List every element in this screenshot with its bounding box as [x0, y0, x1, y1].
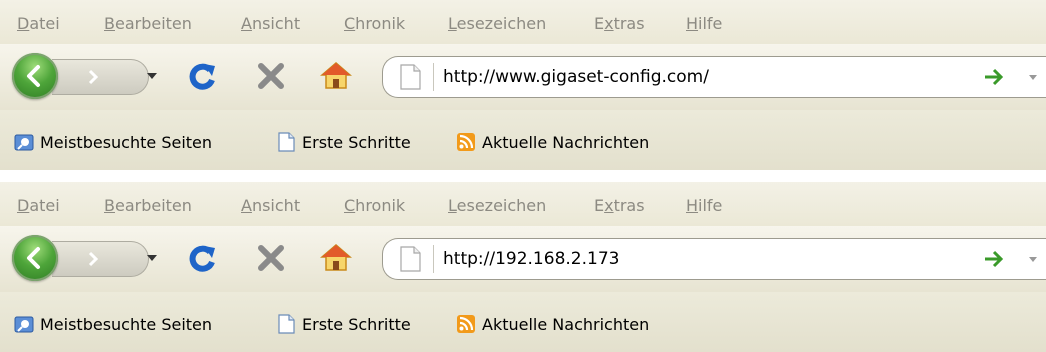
menu-hilfe[interactable]: Hilfe [686, 14, 722, 33]
menu-lesezeichen[interactable]: Lesezeichen [448, 196, 546, 215]
go-arrow-icon[interactable] [983, 68, 1005, 86]
forward-arrow-icon [88, 251, 99, 267]
forward-button[interactable] [52, 241, 149, 277]
navigation-toolbar: http://192.168.2.173 [0, 226, 1046, 292]
browser-window-1: Datei Bearbeiten Ansicht Chronik Lesezei… [0, 0, 1046, 170]
menu-hilfe[interactable]: Hilfe [686, 196, 722, 215]
bookmarks-toolbar: Meistbesuchte Seiten Erste Schritte Aktu… [0, 110, 1046, 170]
reload-icon[interactable] [186, 242, 218, 274]
smart-bookmark-icon [14, 316, 34, 333]
rss-feed-icon [457, 315, 475, 333]
url-bar[interactable]: http://www.gigaset-config.com/ [382, 56, 1046, 98]
back-button[interactable] [12, 53, 58, 99]
menu-ansicht[interactable]: Ansicht [241, 196, 300, 215]
home-icon[interactable] [320, 242, 352, 272]
page-icon [400, 64, 421, 90]
forward-button[interactable] [52, 59, 149, 95]
rss-feed-icon [457, 133, 475, 151]
navigation-toolbar: http://www.gigaset-config.com/ [0, 44, 1046, 110]
menu-bar: Datei Bearbeiten Ansicht Chronik Lesezei… [0, 182, 1046, 226]
stop-icon[interactable] [256, 243, 286, 273]
smart-bookmark-icon [14, 134, 34, 151]
menu-datei[interactable]: Datei [17, 196, 60, 215]
back-arrow-icon [27, 65, 40, 87]
menu-chronik[interactable]: Chronik [344, 196, 405, 215]
menu-lesezeichen[interactable]: Lesezeichen [448, 14, 546, 33]
menu-datei[interactable]: Datei [17, 14, 60, 33]
go-arrow-icon[interactable] [983, 250, 1005, 268]
url-separator [433, 63, 434, 91]
forward-arrow-icon [88, 69, 99, 85]
back-arrow-icon [27, 247, 40, 269]
home-icon[interactable] [320, 60, 352, 90]
url-dropdown-icon[interactable] [1028, 256, 1038, 263]
back-button[interactable] [12, 235, 58, 281]
url-text[interactable]: http://www.gigaset-config.com/ [443, 67, 709, 87]
page-icon [278, 314, 295, 334]
history-dropdown-icon[interactable] [146, 72, 158, 80]
menu-chronik[interactable]: Chronik [344, 14, 405, 33]
menu-bearbeiten[interactable]: Bearbeiten [104, 196, 192, 215]
menu-bar: Datei Bearbeiten Ansicht Chronik Lesezei… [0, 0, 1046, 44]
menu-extras[interactable]: Extras [594, 196, 645, 215]
page-icon [400, 246, 421, 272]
bookmarks-toolbar: Meistbesuchte Seiten Erste Schritte Aktu… [0, 292, 1046, 352]
page-icon [278, 132, 295, 152]
url-dropdown-icon[interactable] [1028, 74, 1038, 81]
menu-extras[interactable]: Extras [594, 14, 645, 33]
menu-ansicht[interactable]: Ansicht [241, 14, 300, 33]
url-bar[interactable]: http://192.168.2.173 [382, 238, 1046, 280]
menu-bearbeiten[interactable]: Bearbeiten [104, 14, 192, 33]
browser-window-2: Datei Bearbeiten Ansicht Chronik Lesezei… [0, 182, 1046, 352]
stop-icon[interactable] [256, 61, 286, 91]
history-dropdown-icon[interactable] [146, 254, 158, 262]
url-text[interactable]: http://192.168.2.173 [443, 249, 619, 269]
url-separator [433, 245, 434, 273]
reload-icon[interactable] [186, 60, 218, 92]
